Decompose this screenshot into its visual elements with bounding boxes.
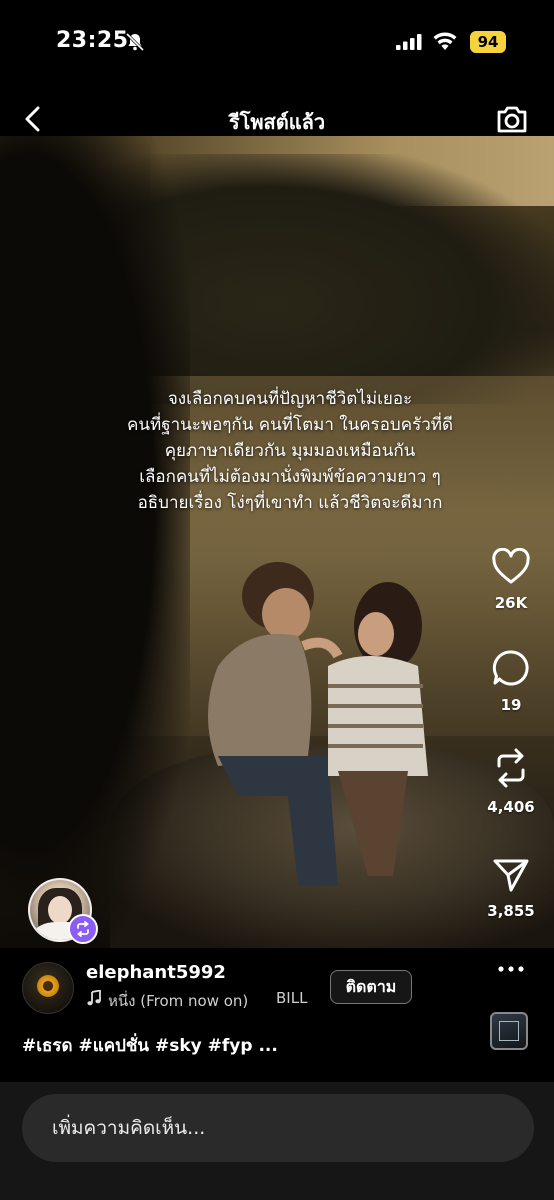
like-count: 26K <box>494 594 528 612</box>
post-overlay-text: จงเลือกคบคนที่ปัญหาชีวิตไม่เยอะ คนที่ฐาน… <box>60 386 520 516</box>
wifi-icon <box>433 32 457 50</box>
like-button[interactable]: 26K <box>478 548 544 612</box>
repost-badge[interactable] <box>68 914 98 944</box>
status-bar: 23:25 94 <box>0 0 554 86</box>
status-time: 23:25 <box>56 28 129 53</box>
comment-icon <box>492 650 529 686</box>
author-username[interactable]: elephant5992 <box>86 962 226 983</box>
repost-badge-icon <box>77 921 89 937</box>
avatar-face <box>48 896 72 924</box>
send-icon <box>493 859 529 892</box>
couple-illustration <box>208 562 428 886</box>
share-button[interactable]: 3,855 <box>478 856 544 920</box>
hashtags[interactable]: #เธรด #แคปชั่น #sky #fyp ... <box>22 1032 278 1059</box>
overlay-line: อธิบายเรื่อง โง่ๆที่เขาทำ แล้วชีวิตจะดีม… <box>137 493 443 513</box>
post-info: elephant5992 หนึ่ง (From now on) BILL ติ… <box>0 948 554 1082</box>
share-count: 3,855 <box>487 902 535 920</box>
music-title[interactable]: หนึ่ง (From now on) <box>108 989 248 1013</box>
video-post[interactable]: จงเลือกคบคนที่ปัญหาชีวิตไม่เยอะ คนที่ฐาน… <box>0 136 554 948</box>
photo-shadow <box>0 136 190 948</box>
overlay-line: จงเลือกคบคนที่ปัญหาชีวิตไม่เยอะ <box>167 389 413 409</box>
signal-icon <box>396 34 422 50</box>
heart-icon <box>492 548 530 584</box>
comment-input[interactable]: เพิ่มความคิดเห็น... <box>22 1094 534 1162</box>
sunflower-image <box>37 975 59 997</box>
more-options-icon[interactable] <box>496 962 526 976</box>
overlay-line: คนที่ฐานะพอๆกัน คนที่โตมา ในครอบครัวที่ด… <box>127 415 453 435</box>
battery-indicator: 94 <box>470 31 506 53</box>
author-avatar[interactable] <box>22 962 74 1014</box>
overlay-line: เลือกคนที่ไม่ต้องมานั่งพิมพ์ข้อความยาว ๆ <box>139 467 441 487</box>
overlay-line: คุยภาษาเดียวกัน มุมมองเหมือนกัน <box>164 441 416 461</box>
music-cover-art <box>499 1021 519 1041</box>
music-artist[interactable]: BILL <box>276 989 312 1007</box>
music-note-icon <box>87 990 101 1006</box>
page-title: รีโพสต์แล้ว <box>228 110 326 134</box>
camera-icon[interactable] <box>494 101 530 137</box>
repost-button[interactable]: 4,406 <box>478 746 544 816</box>
repost-count: 4,406 <box>487 798 535 816</box>
repost-icon <box>497 748 525 788</box>
comment-count: 19 <box>500 696 522 714</box>
music-cover-thumbnail[interactable] <box>490 1012 528 1050</box>
comment-button[interactable]: 19 <box>478 648 544 714</box>
follow-button[interactable]: ติดตาม <box>330 970 412 1004</box>
comment-bar: เพิ่มความคิดเห็น... <box>0 1082 554 1200</box>
bell-slash-icon <box>125 32 145 52</box>
